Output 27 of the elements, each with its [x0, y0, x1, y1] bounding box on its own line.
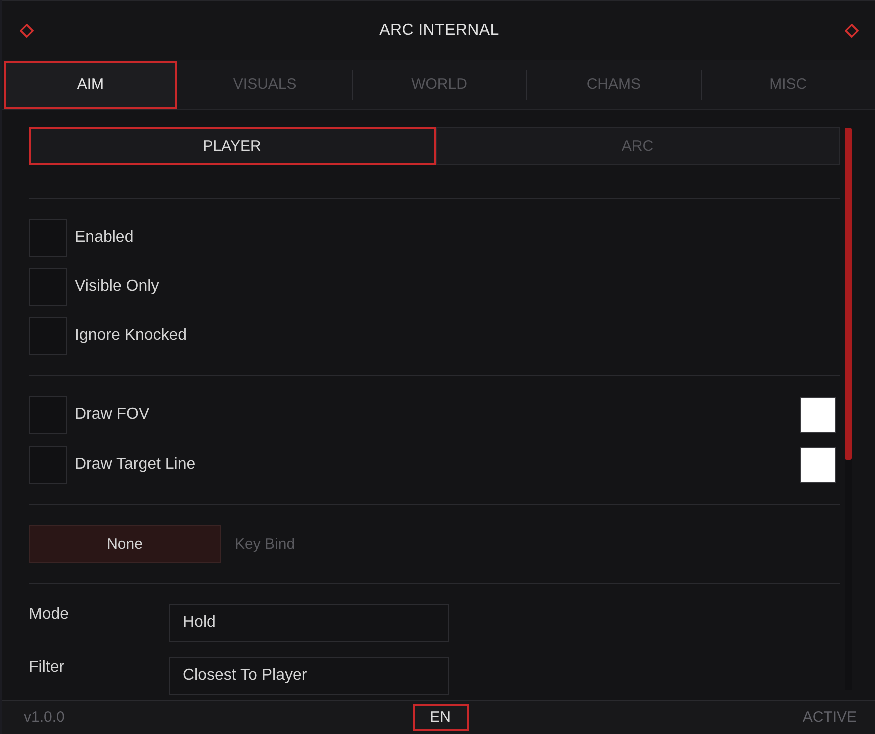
- checkbox-label: Draw Target Line: [75, 456, 196, 474]
- dropdown-field[interactable]: Hold: [169, 604, 449, 642]
- dropdown-field[interactable]: Closest To Player: [169, 657, 449, 695]
- checkbox[interactable]: [29, 219, 67, 257]
- keybind-label: Key Bind: [235, 536, 296, 552]
- version-label: v1.0.0: [24, 709, 65, 726]
- diamond-icon: [844, 24, 859, 38]
- checkbox-label: Enabled: [75, 229, 134, 247]
- status-label: ACTIVE: [802, 709, 857, 726]
- dropdown-label: Filter: [29, 658, 65, 677]
- scrollbar-thumb[interactable]: [845, 128, 852, 460]
- checkbox[interactable]: [29, 268, 67, 306]
- diamond-icon: [20, 24, 34, 38]
- checkbox[interactable]: [29, 446, 67, 484]
- window-title: ARC INTERNAL: [380, 22, 500, 40]
- language-button[interactable]: EN: [412, 704, 468, 731]
- checkbox[interactable]: [29, 317, 67, 355]
- tab[interactable]: AIM: [4, 60, 178, 108]
- dropdown-label: Mode: [29, 605, 70, 624]
- color-swatch-icon[interactable]: [800, 447, 836, 483]
- checkbox-label: Visible Only: [75, 278, 160, 296]
- checkbox-label: Draw FOV: [75, 406, 150, 424]
- checkbox[interactable]: [29, 396, 67, 434]
- checkbox-label: Ignore Knocked: [75, 327, 188, 345]
- color-swatch-icon[interactable]: [800, 397, 836, 433]
- sub-tab[interactable]: PLAYER: [29, 127, 436, 165]
- keybind-button[interactable]: None: [29, 525, 221, 563]
